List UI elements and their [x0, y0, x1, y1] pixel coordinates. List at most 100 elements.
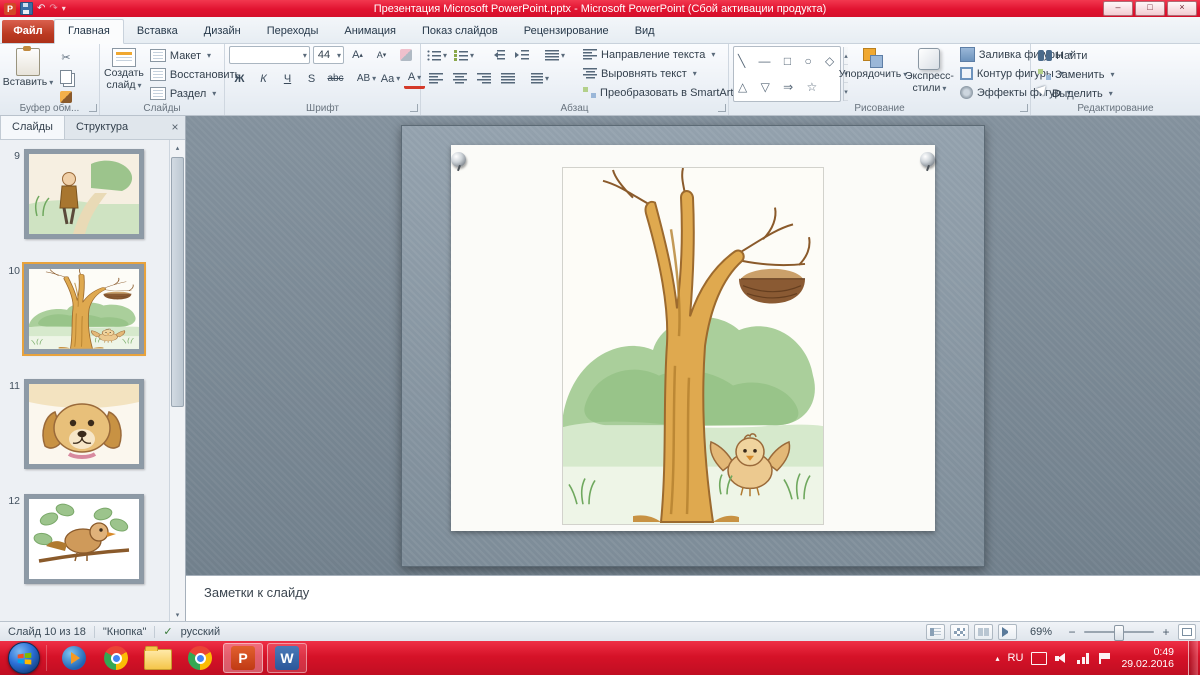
paragraph-dialog-launcher[interactable] [718, 104, 726, 112]
tray-expand-icon[interactable]: ▴ [996, 654, 1000, 663]
tab-design[interactable]: Дизайн [191, 20, 254, 43]
save-icon[interactable] [20, 2, 33, 15]
maximize-button[interactable]: □ [1135, 1, 1165, 16]
network-tray-icon[interactable] [1077, 653, 1091, 664]
scrollbar-thumb[interactable] [171, 157, 184, 407]
line-spacing-button[interactable]: ▾ [543, 46, 567, 64]
font-size-combo[interactable]: 44 ▾ [313, 46, 344, 64]
zoom-in-button[interactable]: + [1159, 625, 1173, 639]
taskbar-app-word[interactable]: W [267, 643, 307, 673]
fit-to-window-button[interactable] [1178, 624, 1196, 640]
shapes-row-1[interactable]: ╲ ― □ ○ ◇ [738, 54, 839, 68]
language-indicator[interactable]: русский [181, 626, 228, 638]
taskbar-app-chrome[interactable] [97, 644, 135, 672]
underline-button[interactable]: Ч [277, 70, 298, 88]
shapes-row-2[interactable]: △ ▽ ⇒ ☆ [738, 80, 839, 94]
character-spacing-button[interactable]: АВ▾ [356, 70, 377, 88]
shrink-font-button[interactable]: А▾ [371, 46, 392, 64]
cut-button[interactable]: ✂ [55, 48, 77, 66]
slide-illustration[interactable] [562, 167, 824, 525]
font-family-combo[interactable]: ▾ [229, 46, 310, 64]
panel-close-icon[interactable]: × [165, 116, 185, 139]
quick-styles-button[interactable]: Экспресс-стили▾ [905, 46, 954, 102]
slide-thumbnail-10-selected[interactable]: 10 [4, 264, 170, 354]
clear-formatting-button[interactable] [395, 46, 416, 64]
align-left-button[interactable] [425, 69, 446, 87]
normal-view-button[interactable] [926, 624, 945, 640]
scroll-down-icon[interactable]: ▾ [170, 607, 185, 622]
italic-button[interactable]: К [253, 70, 274, 88]
taskbar-app-mediaplayer[interactable] [55, 644, 93, 672]
language-bar[interactable]: RU [1008, 652, 1024, 664]
zoom-level[interactable]: 69% [1022, 626, 1060, 638]
tab-review[interactable]: Рецензирование [511, 20, 622, 43]
taskbar-clock[interactable]: 0:49 29.02.2016 [1121, 646, 1180, 670]
columns-button[interactable]: ▾ [529, 69, 551, 87]
slide-paper[interactable] [451, 145, 935, 531]
redo-icon[interactable]: ↷ [49, 4, 57, 14]
find-button[interactable]: Найти [1035, 47, 1196, 64]
clipboard-group-label[interactable]: Буфер обм... [0, 103, 99, 114]
grow-font-button[interactable]: А▴ [347, 46, 368, 64]
decrease-indent-button[interactable] [487, 46, 508, 64]
text-shadow-button[interactable]: S [301, 70, 322, 88]
taskbar-app-powerpoint[interactable]: P [223, 643, 263, 673]
zoom-slider[interactable] [1084, 631, 1154, 633]
slideshow-view-button[interactable] [998, 624, 1017, 640]
convert-smartart-button[interactable]: Преобразовать в SmartArt ▾ [580, 84, 746, 101]
qat-dropdown-icon[interactable]: ▾ [62, 4, 66, 13]
show-desktop-button[interactable] [1188, 641, 1198, 675]
close-button[interactable]: × [1167, 1, 1197, 16]
paste-button[interactable]: Вставить▾ [4, 46, 52, 106]
slide-thumbnail-9[interactable]: 9 [4, 149, 170, 239]
undo-icon[interactable]: ↶ [37, 4, 45, 14]
align-right-button[interactable] [473, 69, 494, 87]
copy-button[interactable] [55, 68, 77, 86]
zoom-slider-thumb[interactable] [1114, 625, 1124, 641]
slide-sorter-view-button[interactable] [950, 624, 969, 640]
zoom-out-button[interactable]: − [1065, 625, 1079, 639]
tab-transitions[interactable]: Переходы [254, 20, 332, 43]
slide-thumbnail-12[interactable]: 12 [4, 494, 170, 584]
clipboard-dialog-launcher[interactable] [89, 104, 97, 112]
text-direction-button[interactable]: Направление текста ▾ [580, 46, 746, 63]
slide[interactable] [401, 125, 985, 567]
change-case-button[interactable]: Аа▾ [380, 70, 401, 88]
slide-canvas[interactable] [186, 116, 1200, 575]
select-button[interactable]: Выделить ▾ [1035, 85, 1196, 102]
taskbar-app-chrome-2[interactable] [181, 644, 219, 672]
scroll-up-icon[interactable]: ▴ [170, 140, 185, 155]
new-slide-button[interactable]: Создать слайд▾ [104, 46, 144, 102]
slide-thumbnail-11[interactable]: 11 [4, 379, 170, 469]
panel-tab-outline[interactable]: Структура [65, 116, 139, 139]
tab-animations[interactable]: Анимация [331, 20, 409, 43]
notes-placeholder[interactable]: Заметки к слайду [204, 585, 309, 600]
increase-indent-button[interactable] [511, 46, 532, 64]
arrange-button[interactable]: Упорядочить▾ [844, 46, 902, 102]
start-button[interactable] [4, 643, 44, 673]
drawing-dialog-launcher[interactable] [1020, 104, 1028, 112]
replace-button[interactable]: Заменить ▾ [1035, 66, 1196, 83]
tab-slideshow[interactable]: Показ слайдов [409, 20, 511, 43]
tab-insert[interactable]: Вставка [124, 20, 191, 43]
tab-file[interactable]: Файл [2, 20, 54, 43]
panel-scrollbar[interactable]: ▴ ▾ [169, 140, 185, 622]
tab-view[interactable]: Вид [622, 20, 668, 43]
align-text-button[interactable]: Выровнять текст ▾ [580, 65, 746, 82]
panel-tab-slides[interactable]: Слайды [0, 116, 65, 139]
display-tray-icon[interactable] [1031, 652, 1047, 665]
spellcheck-icon[interactable]: ✓ [155, 625, 180, 638]
numbering-button[interactable]: ▾ [452, 46, 476, 64]
font-dialog-launcher[interactable] [410, 104, 418, 112]
powerpoint-app-icon[interactable]: P [4, 3, 16, 15]
strikethrough-button[interactable]: abc [325, 70, 346, 88]
justify-button[interactable] [497, 69, 518, 87]
align-center-button[interactable] [449, 69, 470, 87]
volume-tray-icon[interactable] [1055, 653, 1069, 664]
tab-home[interactable]: Главная [54, 19, 124, 44]
bold-button[interactable]: Ж [229, 70, 250, 88]
action-center-tray-icon[interactable] [1099, 653, 1113, 664]
reading-view-button[interactable] [974, 624, 993, 640]
minimize-button[interactable]: – [1103, 1, 1133, 16]
notes-pane[interactable]: Заметки к слайду [186, 575, 1200, 622]
